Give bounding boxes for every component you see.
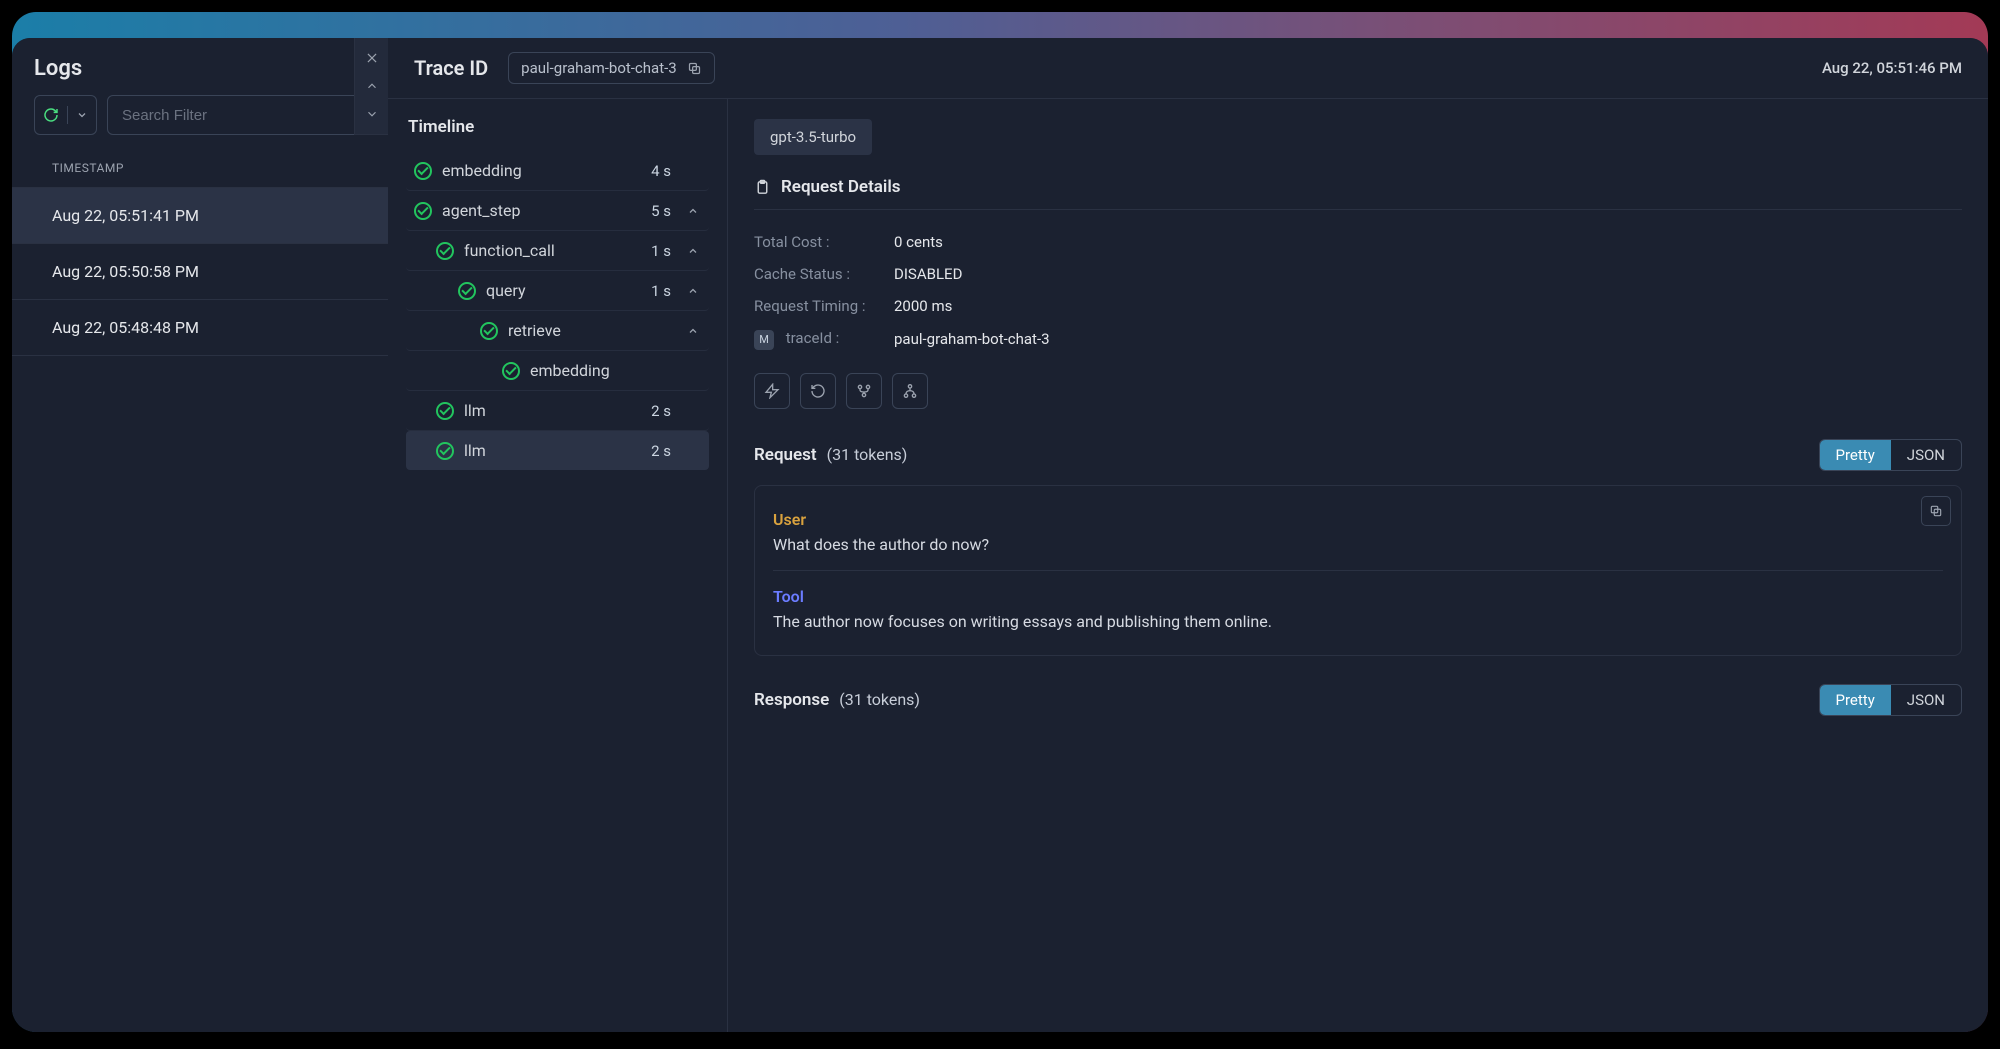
refresh-icon[interactable]	[43, 107, 59, 123]
timeline-item-duration: 4 s	[651, 162, 671, 180]
main-header: Trace ID paul-graham-bot-chat-3 Aug 22, …	[388, 38, 1988, 99]
bolt-icon-button[interactable]	[754, 373, 790, 409]
timeline-item-agent-step[interactable]: agent_step 5 s	[406, 191, 709, 231]
timeline-item-label: embedding	[530, 361, 661, 380]
chevron-up-icon[interactable]	[687, 245, 701, 257]
check-icon	[458, 282, 476, 300]
pretty-toggle[interactable]: Pretty	[1820, 440, 1891, 470]
response-view-toggle: Pretty JSON	[1819, 684, 1962, 716]
model-chip: gpt-3.5-turbo	[754, 119, 872, 155]
response-label: Response	[754, 690, 829, 710]
timeline-item-duration: 1 s	[651, 242, 671, 260]
request-label: Request	[754, 445, 817, 465]
message-role-tool: Tool	[773, 587, 1943, 606]
timeline-item-label: agent_step	[442, 201, 641, 220]
request-view-toggle: Pretty JSON	[1819, 439, 1962, 471]
request-details-title: Request Details	[754, 177, 1962, 210]
cache-status-label: Cache Status :	[754, 265, 894, 283]
chevron-up-icon[interactable]	[687, 205, 701, 217]
timestamp-column-header: TIMESTAMP	[12, 149, 388, 188]
request-tokens: (31 tokens)	[827, 445, 908, 464]
check-icon	[414, 162, 432, 180]
check-icon	[414, 202, 432, 220]
header-timestamp: Aug 22, 05:51:46 PM	[1822, 59, 1962, 77]
trace-id-label: Trace ID	[414, 56, 488, 80]
request-timing-label: Request Timing :	[754, 297, 894, 315]
check-icon	[502, 362, 520, 380]
sidebar: Logs TIMESTAMP Aug 22, 05:51:41 PM	[12, 38, 388, 1032]
timeline-item-function-call[interactable]: function_call 1 s	[406, 231, 709, 271]
details-panel: gpt-3.5-turbo Request Details Total Cost…	[728, 99, 1988, 1032]
copy-icon[interactable]	[1921, 496, 1951, 526]
timeline-item-label: llm	[464, 441, 641, 460]
timeline-item-label: retrieve	[508, 321, 661, 340]
message-text: What does the author do now?	[773, 535, 1943, 554]
branch-icon-button[interactable]	[846, 373, 882, 409]
log-row[interactable]: Aug 22, 05:51:41 PM	[12, 188, 388, 244]
timeline-item-duration: 5 s	[651, 202, 671, 220]
timeline-item-query[interactable]: query 1 s	[406, 271, 709, 311]
search-input[interactable]	[107, 95, 366, 135]
message-role-user: User	[773, 510, 1943, 529]
chevron-down-icon[interactable]	[76, 109, 88, 121]
check-icon	[480, 322, 498, 340]
log-timestamp: Aug 22, 05:48:48 PM	[52, 318, 199, 337]
chevron-up-icon[interactable]	[687, 285, 701, 297]
close-icon[interactable]	[360, 46, 384, 70]
timeline-item-duration: 2 s	[651, 402, 671, 420]
json-toggle[interactable]: JSON	[1891, 440, 1961, 470]
cache-status-value: DISABLED	[894, 265, 962, 283]
total-cost-label: Total Cost :	[754, 233, 894, 251]
refresh-button-group[interactable]	[34, 95, 97, 135]
divider	[67, 106, 68, 124]
log-row[interactable]: Aug 22, 05:50:58 PM	[12, 244, 388, 300]
json-toggle[interactable]: JSON	[1891, 685, 1961, 715]
check-icon	[436, 242, 454, 260]
request-messages: User What does the author do now? Tool T…	[754, 485, 1962, 656]
timeline-item-duration: 2 s	[651, 442, 671, 460]
timeline-item-label: llm	[464, 401, 641, 420]
timeline-panel: Timeline embedding 4 s agent_step 5 s	[388, 99, 728, 1032]
chevron-up-icon[interactable]	[360, 74, 384, 98]
trace-id-value: paul-graham-bot-chat-3	[521, 59, 677, 77]
total-cost-value: 0 cents	[894, 233, 943, 251]
timeline-item-embedding[interactable]: embedding 4 s	[406, 151, 709, 191]
timeline-item-duration: 1 s	[651, 282, 671, 300]
log-row[interactable]: Aug 22, 05:48:48 PM	[12, 300, 388, 356]
tree-icon-button[interactable]	[892, 373, 928, 409]
check-icon	[436, 442, 454, 460]
trace-id-detail-value: paul-graham-bot-chat-3	[894, 330, 1050, 348]
panel-control-strip	[354, 38, 388, 135]
response-tokens: (31 tokens)	[839, 690, 920, 709]
redo-icon-button[interactable]	[800, 373, 836, 409]
copy-icon[interactable]	[687, 61, 702, 76]
pretty-toggle[interactable]: Pretty	[1820, 685, 1891, 715]
main-panel: Trace ID paul-graham-bot-chat-3 Aug 22, …	[388, 38, 1988, 1032]
trace-id-key: M traceId :	[754, 329, 894, 350]
timeline-item-label: function_call	[464, 241, 641, 260]
timeline-item-label: embedding	[442, 161, 641, 180]
timeline-item-llm[interactable]: llm 2 s	[406, 391, 709, 431]
chevron-down-icon[interactable]	[360, 102, 384, 126]
metadata-badge: M	[754, 330, 774, 350]
timeline-title: Timeline	[406, 117, 709, 137]
timeline-item-label: query	[486, 281, 641, 300]
log-timestamp: Aug 22, 05:50:58 PM	[52, 262, 199, 281]
check-icon	[436, 402, 454, 420]
request-timing-value: 2000 ms	[894, 297, 952, 315]
sidebar-title: Logs	[12, 38, 388, 95]
log-timestamp: Aug 22, 05:51:41 PM	[52, 206, 199, 225]
trace-id-chip[interactable]: paul-graham-bot-chat-3	[508, 52, 715, 84]
message-text: The author now focuses on writing essays…	[773, 612, 1943, 631]
timeline-item-retrieve[interactable]: retrieve	[406, 311, 709, 351]
timeline-item-embedding[interactable]: embedding	[406, 351, 709, 391]
clipboard-icon	[754, 179, 771, 196]
timeline-item-llm[interactable]: llm 2 s	[406, 431, 709, 470]
chevron-up-icon[interactable]	[687, 325, 701, 337]
